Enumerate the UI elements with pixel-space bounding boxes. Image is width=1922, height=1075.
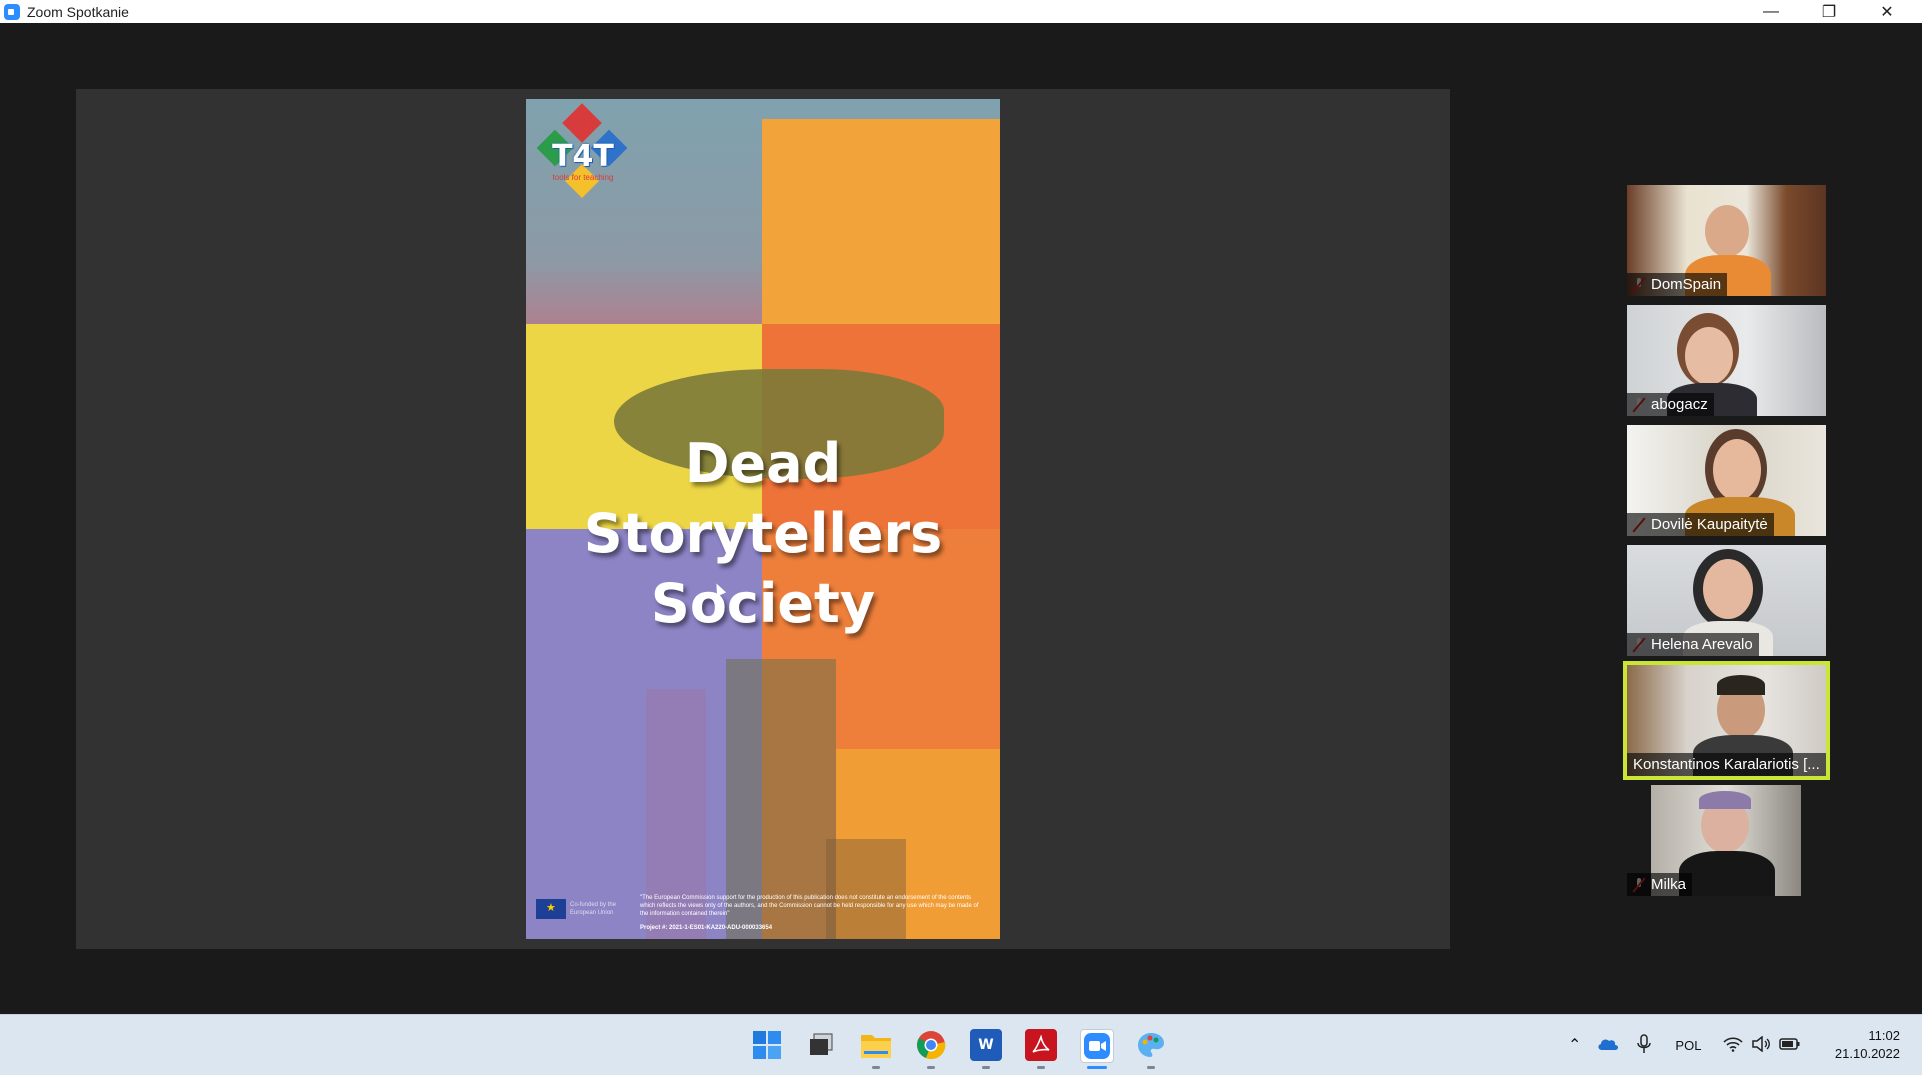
task-view-icon[interactable] [805,1029,837,1061]
participant-tile[interactable]: Helena Arevalo [1627,545,1826,656]
windows-taskbar: W ⌃ POL 11:02 21.10.2022 [0,1014,1922,1075]
active-indicator [1087,1066,1107,1069]
running-indicator [1147,1066,1155,1069]
running-indicator [982,1066,990,1069]
meeting-area: T4T tools for teaching Dead Storytellers… [0,23,1922,1014]
close-button[interactable]: ✕ [1858,0,1916,23]
participant-tile-active-speaker[interactable]: Konstantinos Karalariotis [... [1623,661,1830,780]
language-indicator[interactable]: POL [1675,1038,1701,1053]
clock-date: 21.10.2022 [1834,1046,1900,1061]
poster-title-line: Storytellers [583,502,943,565]
participant-tile[interactable]: abogacz [1627,305,1826,416]
onedrive-icon[interactable] [1597,1037,1619,1054]
running-indicator [1037,1066,1045,1069]
poster-disclaimer: "The European Commission support for the… [640,895,979,917]
t4t-logo: T4T tools for teaching [536,103,628,199]
eu-flag-icon [536,899,566,919]
participant-tile[interactable]: DomSpain [1627,185,1826,296]
running-indicator [872,1066,880,1069]
wifi-icon[interactable] [1723,1036,1743,1055]
participant-name: Konstantinos Karalariotis [... [1627,753,1826,776]
running-indicator [927,1066,935,1069]
participant-name: DomSpain [1627,273,1728,296]
shared-screen: T4T tools for teaching Dead Storytellers… [76,89,1450,949]
zoom-app-icon [4,3,20,20]
microphone-icon[interactable] [1637,1033,1652,1057]
participant-tile[interactable]: Dovilė Kaupaitytė [1627,425,1826,536]
taskbar-clock[interactable]: 11:02 21.10.2022 [1835,1027,1900,1063]
participant-name: Milka [1627,873,1693,896]
project-number: Project #: 2021-1-ES01-KA220-ADU-0000336… [640,925,773,931]
battery-icon[interactable] [1779,1037,1801,1054]
poster-title-line: Society [650,572,876,635]
shared-poster: T4T tools for teaching Dead Storytellers… [526,99,1000,939]
paint-icon[interactable] [1135,1029,1167,1061]
participant-name: Helena Arevalo [1627,633,1759,656]
file-explorer-icon[interactable] [860,1029,892,1061]
acrobat-icon[interactable] [1025,1029,1057,1061]
word-icon[interactable]: W [970,1029,1002,1061]
clock-time: 11:02 [1868,1028,1900,1043]
eu-cofunded-text: Co-funded by the European Union [570,902,617,916]
participant-name: Dovilė Kaupaitytė [1627,513,1774,536]
minimize-button[interactable]: — [1742,0,1800,23]
restore-button[interactable]: ❐ [1800,0,1858,23]
zoom-taskbar-icon[interactable] [1080,1029,1114,1063]
poster-title: Dead Storytellers Society [526,429,1000,639]
logo-text: T4T [552,139,614,174]
window-title: Zoom Spotkanie [27,3,129,20]
participant-tile[interactable]: Milka [1627,785,1826,896]
system-tray: ⌃ POL [1568,1015,1801,1075]
volume-icon[interactable] [1751,1034,1771,1055]
windows-start-icon[interactable] [751,1029,783,1061]
chevron-up-icon[interactable]: ⌃ [1568,1035,1581,1055]
chrome-icon[interactable] [915,1029,947,1061]
participant-name: abogacz [1627,393,1714,416]
window-titlebar: Zoom Spotkanie — ❐ ✕ [0,0,1922,23]
logo-subtitle: tools for teaching [552,173,614,182]
poster-title-line: Dead [684,432,842,495]
